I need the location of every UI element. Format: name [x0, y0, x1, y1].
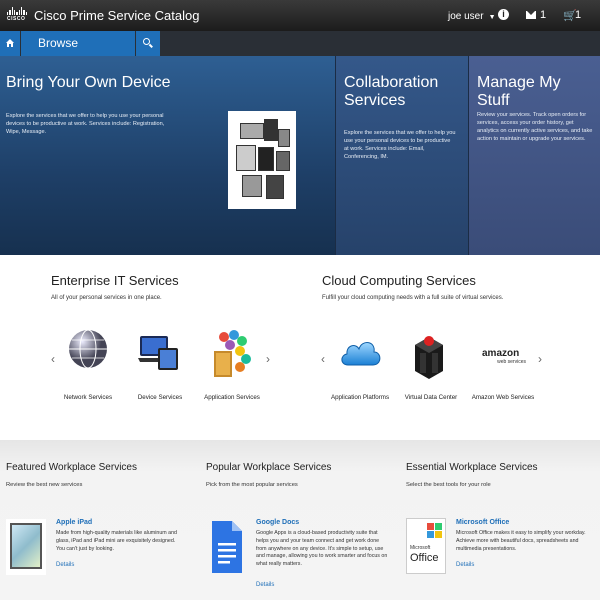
workplace-services-section: Featured Workplace Services Review the b…	[0, 440, 600, 600]
cloud-icon[interactable]	[338, 335, 382, 374]
popular-subtitle: Pick from the most popular services	[206, 482, 298, 488]
featured-title: Featured Workplace Services	[6, 462, 137, 473]
amazon-logo-subtext: web services	[497, 359, 526, 365]
google-docs-icon[interactable]	[206, 519, 246, 575]
user-menu[interactable]: joe user ▼	[448, 11, 496, 22]
manage-stuff-panel[interactable]: Manage My Stuff Review your services. Tr…	[468, 56, 600, 255]
browse-categories-button[interactable]: Browse Categories	[21, 31, 135, 75]
data-center-server-icon[interactable]	[411, 335, 447, 384]
byod-desc: Explore the services that we offer to he…	[6, 113, 165, 135]
office-thumb-text: Office	[410, 552, 439, 564]
enterprise-subtitle: All of your personal services in one pla…	[51, 295, 162, 301]
office-logo-icon	[427, 523, 442, 538]
home-button[interactable]	[0, 31, 20, 56]
search-button[interactable]	[136, 31, 160, 56]
logo-text: CISCO	[7, 16, 26, 22]
featured-details-link[interactable]: Details	[56, 562, 74, 568]
info-icon[interactable]: i	[498, 9, 509, 20]
office-thumb-brand: Microsoft	[410, 545, 431, 551]
essential-title: Essential Workplace Services	[406, 462, 538, 473]
chevron-left-icon[interactable]: ‹	[51, 352, 55, 366]
essential-item-desc: Microsoft Office makes it easy to simpli…	[456, 530, 586, 552]
ipad-thumbnail[interactable]	[6, 519, 46, 575]
essential-details-link[interactable]: Details	[456, 562, 474, 568]
microsoft-office-thumbnail[interactable]: Microsoft Office	[406, 518, 446, 574]
network-services-label[interactable]: Network Services	[48, 394, 128, 401]
categories-section: Enterprise IT Services All of your perso…	[0, 255, 600, 440]
collab-desc: Explore the services that we offer to he…	[344, 130, 456, 160]
manage-title: Manage My Stuff	[477, 74, 561, 109]
byod-devices-image	[228, 111, 296, 209]
amazon-web-services-logo[interactable]: amazon web services	[482, 348, 526, 365]
nav-bar: Browse Categories	[0, 31, 600, 75]
cart-count[interactable]: 1	[575, 9, 581, 21]
network-globe-icon[interactable]	[68, 329, 108, 374]
application-services-label[interactable]: Application Services	[192, 394, 272, 401]
amazon-web-services-label[interactable]: Amazon Web Services	[463, 394, 543, 401]
top-bar: CISCO Cisco Prime Service Catalog joe us…	[0, 0, 600, 31]
app-title[interactable]: Cisco Prime Service Catalog	[34, 8, 199, 23]
byod-panel[interactable]: Bring Your Own Device Explore the servic…	[0, 56, 335, 255]
popular-details-link[interactable]: Details	[256, 582, 274, 588]
device-services-label[interactable]: Device Services	[120, 394, 200, 401]
popular-item-desc: Google Apps is a cloud-based productivit…	[256, 530, 388, 568]
mail-count[interactable]: 1	[540, 9, 546, 21]
application-apps-icon[interactable]	[210, 329, 254, 382]
byod-title: Bring Your Own Device	[6, 74, 171, 91]
cloud-title[interactable]: Cloud Computing Services	[322, 273, 476, 288]
virtual-data-center-label[interactable]: Virtual Data Center	[391, 394, 471, 401]
application-platforms-label[interactable]: Application Platforms	[320, 394, 400, 401]
chevron-right-icon[interactable]: ›	[538, 352, 542, 366]
featured-item-name[interactable]: Apple iPad	[56, 519, 92, 526]
collab-title: Collaboration Services	[344, 74, 439, 109]
featured-item-desc: Made from high-quality materials like al…	[56, 530, 177, 552]
popular-title: Popular Workplace Services	[206, 462, 332, 473]
mail-icon[interactable]	[526, 11, 536, 19]
enterprise-title[interactable]: Enterprise IT Services	[51, 273, 179, 288]
chevron-right-icon[interactable]: ›	[266, 352, 270, 366]
home-icon	[6, 39, 14, 47]
user-name: joe user	[448, 11, 484, 22]
amazon-logo-text: amazon	[482, 348, 520, 359]
essential-subtitle: Select the best tools for your role	[406, 482, 491, 488]
essential-item-name[interactable]: Microsoft Office	[456, 519, 509, 526]
cisco-logo[interactable]: CISCO	[7, 6, 27, 24]
cloud-subtitle: Fulfill your cloud computing needs with …	[322, 295, 504, 301]
device-laptop-icon[interactable]	[138, 332, 180, 377]
collaboration-panel[interactable]: Collaboration Services Explore the servi…	[335, 56, 468, 255]
manage-desc: Review your services. Track open orders …	[477, 112, 593, 142]
cisco-bars-icon	[7, 6, 27, 15]
caret-down-icon: ▼	[488, 14, 496, 21]
chevron-left-icon[interactable]: ‹	[321, 352, 325, 366]
featured-subtitle: Review the best new services	[6, 482, 83, 488]
popular-item-name[interactable]: Google Docs	[256, 519, 299, 526]
